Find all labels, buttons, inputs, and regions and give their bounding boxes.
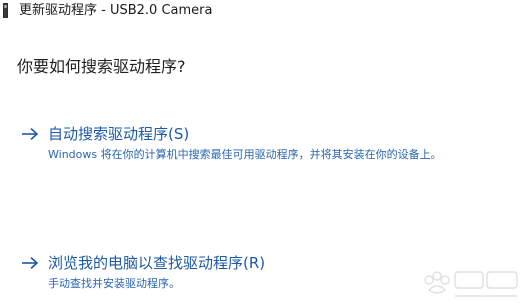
title-bar: 更新驱动程序 - USB2.0 Camera bbox=[0, 0, 529, 22]
browse-computer-drivers-description: 手动查找并安装驱动程序。 bbox=[48, 277, 180, 290]
auto-search-drivers-description: Windows 将在你的计算机中搜索最佳可用驱动程序，并将其安装在你的设备上。 bbox=[48, 148, 442, 161]
usb-device-icon bbox=[3, 3, 8, 18]
watermark-logo bbox=[424, 271, 518, 297]
arrow-right-icon bbox=[22, 257, 39, 269]
browse-computer-drivers-label[interactable]: 浏览我的电脑以查找驱动程序(R) bbox=[48, 253, 265, 273]
page-heading: 你要如何搜索驱动程序? bbox=[17, 57, 186, 76]
auto-search-drivers-label[interactable]: 自动搜索驱动程序(S) bbox=[48, 124, 189, 144]
window-title: 更新驱动程序 - USB2.0 Camera bbox=[19, 3, 213, 18]
auto-search-drivers-option[interactable]: 自动搜索驱动程序(S) Windows 将在你的计算机中搜索最佳可用驱动程序，并… bbox=[0, 124, 529, 168]
arrow-right-icon bbox=[22, 128, 39, 140]
